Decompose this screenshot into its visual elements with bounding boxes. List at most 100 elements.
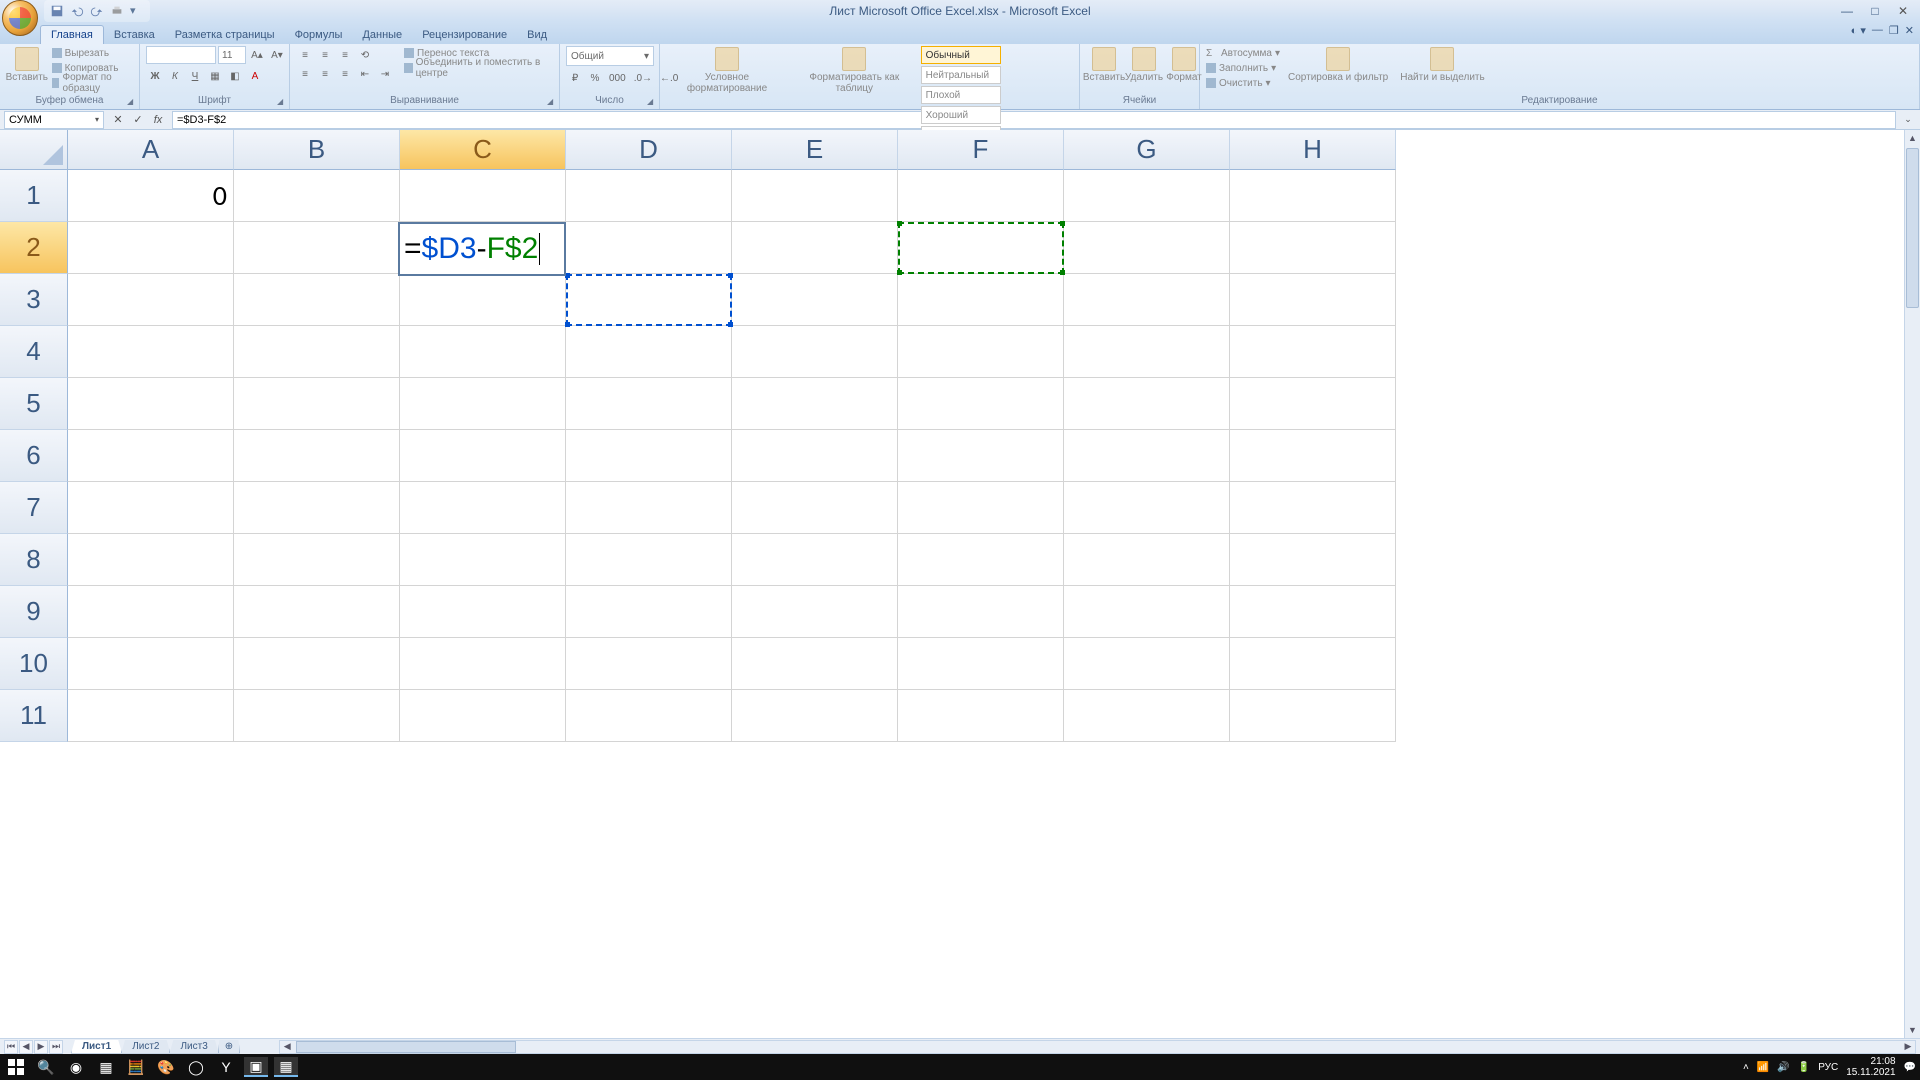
font-color-button[interactable]: A	[246, 67, 264, 85]
row-header-5[interactable]: 5	[0, 378, 68, 430]
name-box[interactable]: СУММ▾	[4, 111, 104, 129]
cell-B4[interactable]	[234, 326, 400, 378]
sheet-tab-2[interactable]: Лист2	[121, 1040, 170, 1054]
cell-D4[interactable]	[566, 326, 732, 378]
currency-button[interactable]: ₽	[566, 69, 584, 87]
fill-color-button[interactable]: ◧	[226, 67, 244, 85]
cell-F7[interactable]	[898, 482, 1064, 534]
horizontal-scrollbar[interactable]: ◀ ▶	[279, 1040, 1916, 1054]
style-neutral[interactable]: Нейтральный	[921, 66, 1001, 84]
cell-H9[interactable]	[1230, 586, 1396, 638]
row-header-1[interactable]: 1	[0, 170, 68, 222]
cell-B8[interactable]	[234, 534, 400, 586]
cell-F1[interactable]	[898, 170, 1064, 222]
clipboard-launcher[interactable]: ◢	[127, 97, 137, 107]
taskbar-paint[interactable]: 🎨	[154, 1057, 178, 1077]
cell-E7[interactable]	[732, 482, 898, 534]
cell-B6[interactable]	[234, 430, 400, 482]
row-header-3[interactable]: 3	[0, 274, 68, 326]
cell-D2[interactable]	[566, 222, 732, 274]
cell-D3[interactable]	[566, 274, 732, 326]
cell-B9[interactable]	[234, 586, 400, 638]
cell-B10[interactable]	[234, 638, 400, 690]
cell-D9[interactable]	[566, 586, 732, 638]
cell-F10[interactable]	[898, 638, 1064, 690]
cell-G5[interactable]	[1064, 378, 1230, 430]
scroll-left-button[interactable]: ◀	[280, 1041, 294, 1053]
cell-D5[interactable]	[566, 378, 732, 430]
cell-H8[interactable]	[1230, 534, 1396, 586]
cell-F4[interactable]	[898, 326, 1064, 378]
indent-decrease-button[interactable]: ⇤	[356, 65, 374, 83]
doc-restore-button[interactable]: ❐	[1889, 24, 1899, 37]
cell-G2[interactable]	[1064, 222, 1230, 274]
tray-notifications-icon[interactable]: 💬	[1904, 1062, 1916, 1073]
style-bad[interactable]: Плохой	[921, 86, 1001, 104]
fill-button[interactable]: Заполнить ▾	[1206, 61, 1280, 75]
cell-E6[interactable]	[732, 430, 898, 482]
row-header-7[interactable]: 7	[0, 482, 68, 534]
cell-C6[interactable]	[400, 430, 566, 482]
tab-page-layout[interactable]: Разметка страницы	[165, 26, 285, 44]
cell-G10[interactable]	[1064, 638, 1230, 690]
cell-A5[interactable]	[68, 378, 234, 430]
cell-C1[interactable]	[400, 170, 566, 222]
insert-cells-button[interactable]: Вставить	[1086, 46, 1122, 84]
row-header-9[interactable]: 9	[0, 586, 68, 638]
cell-D8[interactable]	[566, 534, 732, 586]
style-good[interactable]: Хороший	[921, 106, 1001, 124]
align-top-button[interactable]: ≡	[296, 46, 314, 64]
cell-H6[interactable]	[1230, 430, 1396, 482]
italic-button[interactable]: К	[166, 67, 184, 85]
bold-button[interactable]: Ж	[146, 67, 164, 85]
increase-decimal-button[interactable]: .0→	[631, 69, 655, 87]
cell-H11[interactable]	[1230, 690, 1396, 742]
paste-button[interactable]: Вставить	[6, 46, 48, 84]
cell-G6[interactable]	[1064, 430, 1230, 482]
alignment-launcher[interactable]: ◢	[547, 97, 557, 107]
autosum-button[interactable]: Σ Автосумма ▾	[1206, 46, 1280, 60]
select-all-corner[interactable]	[0, 130, 68, 170]
cell-B5[interactable]	[234, 378, 400, 430]
column-header-D[interactable]: D	[566, 130, 732, 170]
align-center-button[interactable]: ≡	[316, 65, 334, 83]
taskbar-yandex[interactable]: Y	[214, 1057, 238, 1077]
percent-button[interactable]: %	[586, 69, 604, 87]
scroll-up-button[interactable]: ▲	[1905, 130, 1920, 146]
taskbar-app-1[interactable]: ◉	[64, 1057, 88, 1077]
cell-E9[interactable]	[732, 586, 898, 638]
cell-E8[interactable]	[732, 534, 898, 586]
cell-D7[interactable]	[566, 482, 732, 534]
cell-E1[interactable]	[732, 170, 898, 222]
cell-A6[interactable]	[68, 430, 234, 482]
cell-F6[interactable]	[898, 430, 1064, 482]
active-cell-editor[interactable]: =$D3-F$2	[398, 222, 566, 276]
system-clock[interactable]: 21:08 15.11.2021	[1846, 1056, 1895, 1078]
row-header-6[interactable]: 6	[0, 430, 68, 482]
format-painter-button[interactable]: Формат по образцу	[52, 76, 133, 90]
cell-A2[interactable]	[68, 222, 234, 274]
cell-G3[interactable]	[1064, 274, 1230, 326]
cell-B7[interactable]	[234, 482, 400, 534]
column-header-G[interactable]: G	[1064, 130, 1230, 170]
cell-A1[interactable]: 0	[68, 170, 234, 222]
border-button[interactable]: ▦	[206, 67, 224, 85]
cell-E2[interactable]	[732, 222, 898, 274]
vscroll-thumb[interactable]	[1906, 148, 1919, 308]
taskbar-excel[interactable]: ▦	[274, 1057, 298, 1077]
indent-increase-button[interactable]: ⇥	[376, 65, 394, 83]
underline-button[interactable]: Ч	[186, 67, 204, 85]
minimize-button[interactable]: —	[1834, 3, 1860, 19]
taskbar-pycharm[interactable]: ▣	[244, 1057, 268, 1077]
style-normal[interactable]: Обычный	[921, 46, 1001, 64]
cell-E4[interactable]	[732, 326, 898, 378]
align-bottom-button[interactable]: ≡	[336, 46, 354, 64]
new-sheet-button[interactable]: ⊕	[218, 1040, 240, 1054]
conditional-formatting-button[interactable]: Условное форматирование	[666, 46, 788, 95]
sheet-nav-last[interactable]: ⏭	[49, 1040, 63, 1054]
column-header-B[interactable]: B	[234, 130, 400, 170]
sort-filter-button[interactable]: Сортировка и фильтр	[1284, 46, 1392, 84]
sheet-nav-next[interactable]: ▶	[34, 1040, 48, 1054]
doc-close-button[interactable]: ✕	[1905, 24, 1914, 37]
cell-H5[interactable]	[1230, 378, 1396, 430]
